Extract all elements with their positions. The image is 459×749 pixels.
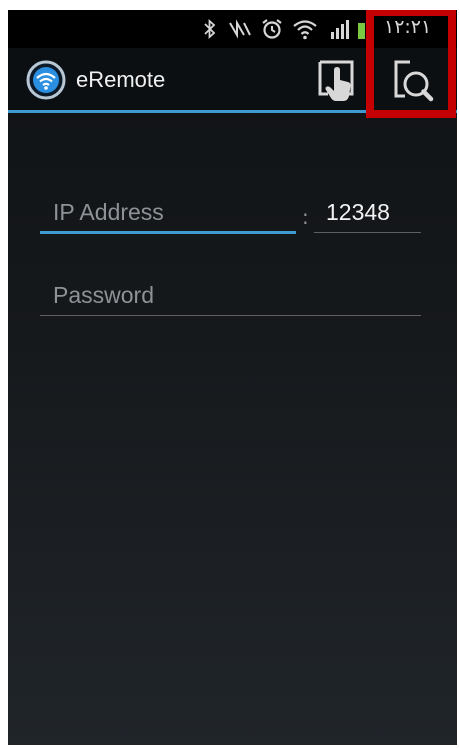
nfc-icon [229,19,251,39]
bluetooth-icon [204,18,216,40]
signal-icon [331,20,349,39]
wifi-icon [293,20,317,40]
alarm-icon [262,19,282,39]
highlight-box [366,10,456,118]
port-underline [314,232,421,233]
app-title: eRemote [76,67,166,92]
port-input[interactable]: 12348 [314,190,421,234]
ip-address-underline [40,231,296,234]
field-separator: : [302,205,309,229]
touch-icon [318,60,354,101]
app-logo-icon [26,60,66,100]
password-placeholder: Password [53,282,154,308]
port-value: 12348 [326,199,390,225]
password-underline [40,315,421,316]
ip-address-input[interactable]: IP Address [39,190,297,234]
phone-screen: ١٢:٢١ eRemote IP Address : 12348 Passwor… [8,10,457,745]
touch-button[interactable] [314,56,362,104]
ip-address-placeholder: IP Address [53,199,164,225]
password-input[interactable]: Password [39,272,421,316]
